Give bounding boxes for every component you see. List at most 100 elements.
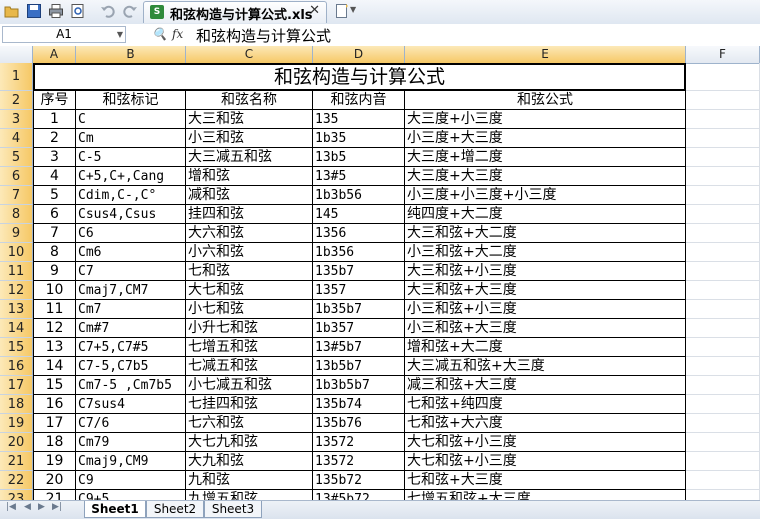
- table-cell[interactable]: C7-5,C7b5: [76, 357, 186, 376]
- row-header[interactable]: 20: [0, 433, 33, 452]
- table-cell[interactable]: [686, 262, 760, 281]
- cell-f1[interactable]: [686, 63, 760, 91]
- table-cell[interactable]: [686, 338, 760, 357]
- table-cell[interactable]: Cmaj9,CM9: [76, 452, 186, 471]
- row-header[interactable]: 16: [0, 357, 33, 376]
- table-cell[interactable]: 大七和弦+小三度: [405, 433, 686, 452]
- table-cell[interactable]: [686, 357, 760, 376]
- table-cell[interactable]: 135b76: [313, 414, 405, 433]
- table-cell[interactable]: C9: [76, 471, 186, 490]
- table-cell[interactable]: 小三和弦+小三度: [405, 300, 686, 319]
- table-cell[interactable]: Cm79: [76, 433, 186, 452]
- table-cell[interactable]: 七增五和弦+大三度: [405, 490, 686, 500]
- table-cell[interactable]: 增和弦+大二度: [405, 338, 686, 357]
- column-header-f[interactable]: F: [686, 46, 760, 63]
- table-cell[interactable]: 七和弦+大六度: [405, 414, 686, 433]
- table-cell[interactable]: 大三度+小三度: [405, 110, 686, 129]
- table-cell[interactable]: 135b7: [313, 262, 405, 281]
- column-header-c[interactable]: C: [186, 46, 313, 63]
- last-sheet-icon[interactable]: ▶|: [52, 502, 62, 512]
- table-cell[interactable]: 大三和弦+大二度: [405, 224, 686, 243]
- document-tab[interactable]: S 和弦构造与计算公式.xls ✕: [143, 1, 327, 23]
- row-header[interactable]: 14: [0, 319, 33, 338]
- chevron-down-icon[interactable]: ▼: [350, 5, 356, 14]
- prev-sheet-icon[interactable]: ◀: [24, 502, 31, 512]
- table-cell[interactable]: 145: [313, 205, 405, 224]
- table-cell[interactable]: 1b3b5b7: [313, 376, 405, 395]
- table-cell[interactable]: 大三度+大三度: [405, 167, 686, 186]
- table-cell[interactable]: [686, 91, 760, 110]
- row-header[interactable]: 18: [0, 395, 33, 414]
- table-cell[interactable]: 13b5: [313, 148, 405, 167]
- row-header[interactable]: 4: [0, 129, 33, 148]
- table-cell[interactable]: C7+5,C7#5: [76, 338, 186, 357]
- select-all-corner[interactable]: [0, 46, 33, 63]
- table-cell[interactable]: [686, 129, 760, 148]
- table-cell[interactable]: [686, 414, 760, 433]
- row-header[interactable]: 21: [0, 452, 33, 471]
- row-header[interactable]: 8: [0, 205, 33, 224]
- table-cell[interactable]: 小三度+小三度+小三度: [405, 186, 686, 205]
- table-cell[interactable]: [686, 433, 760, 452]
- table-cell[interactable]: 小三和弦+大二度: [405, 243, 686, 262]
- sheet-tab-sheet1[interactable]: Sheet1: [84, 501, 146, 518]
- next-sheet-icon[interactable]: ▶: [38, 502, 45, 512]
- table-cell[interactable]: 13b5b7: [313, 357, 405, 376]
- title-merged-cell[interactable]: 和弦构造与计算公式: [33, 63, 686, 91]
- table-cell[interactable]: 九增五和弦: [186, 490, 313, 500]
- table-cell[interactable]: 15: [33, 376, 76, 395]
- table-cell[interactable]: 七和弦: [186, 262, 313, 281]
- row-header[interactable]: 13: [0, 300, 33, 319]
- new-tab-icon[interactable]: [334, 3, 350, 19]
- table-cell[interactable]: 135b74: [313, 395, 405, 414]
- table-cell[interactable]: Cdim,C-,C°: [76, 186, 186, 205]
- table-cell[interactable]: 1b357: [313, 319, 405, 338]
- table-cell[interactable]: Cmaj7,CM7: [76, 281, 186, 300]
- table-cell[interactable]: [686, 186, 760, 205]
- table-cell[interactable]: C9+5: [76, 490, 186, 500]
- table-cell[interactable]: 大三度+增二度: [405, 148, 686, 167]
- table-cell[interactable]: 18: [33, 433, 76, 452]
- table-cell[interactable]: [686, 224, 760, 243]
- table-cell[interactable]: 5: [33, 186, 76, 205]
- table-cell[interactable]: [686, 395, 760, 414]
- row-header[interactable]: 11: [0, 262, 33, 281]
- table-cell[interactable]: [686, 243, 760, 262]
- table-cell[interactable]: 14: [33, 357, 76, 376]
- table-cell[interactable]: 1b35b7: [313, 300, 405, 319]
- column-header-d[interactable]: D: [313, 46, 405, 63]
- table-cell[interactable]: 17: [33, 414, 76, 433]
- table-cell[interactable]: 小升七和弦: [186, 319, 313, 338]
- table-cell[interactable]: 21: [33, 490, 76, 500]
- formula-input[interactable]: 和弦构造与计算公式: [196, 25, 331, 46]
- table-cell[interactable]: 小六和弦: [186, 243, 313, 262]
- table-cell[interactable]: 大三和弦: [186, 110, 313, 129]
- table-cell[interactable]: C: [76, 110, 186, 129]
- table-cell[interactable]: C7: [76, 262, 186, 281]
- table-cell[interactable]: 7: [33, 224, 76, 243]
- table-cell[interactable]: C7sus4: [76, 395, 186, 414]
- table-cell[interactable]: [686, 110, 760, 129]
- table-cell[interactable]: 11: [33, 300, 76, 319]
- table-cell[interactable]: 13572: [313, 452, 405, 471]
- table-cell[interactable]: Cm6: [76, 243, 186, 262]
- chevron-down-icon[interactable]: ▼: [117, 27, 123, 42]
- table-cell[interactable]: 1b356: [313, 243, 405, 262]
- row-header[interactable]: 23: [0, 490, 33, 500]
- table-cell[interactable]: 13: [33, 338, 76, 357]
- table-cell[interactable]: Csus4,Csus: [76, 205, 186, 224]
- table-cell[interactable]: 减和弦: [186, 186, 313, 205]
- row-header[interactable]: 17: [0, 376, 33, 395]
- table-cell[interactable]: C7/6: [76, 414, 186, 433]
- table-cell[interactable]: [686, 471, 760, 490]
- table-cell[interactable]: 大三减五和弦: [186, 148, 313, 167]
- table-cell[interactable]: [686, 452, 760, 471]
- table-cell[interactable]: 16: [33, 395, 76, 414]
- table-cell[interactable]: 12: [33, 319, 76, 338]
- table-cell[interactable]: [686, 281, 760, 300]
- table-cell[interactable]: 1: [33, 110, 76, 129]
- name-box[interactable]: A1 ▼: [2, 26, 126, 43]
- table-cell[interactable]: C-5: [76, 148, 186, 167]
- table-cell[interactable]: 七和弦+大三度: [405, 471, 686, 490]
- table-cell[interactable]: 20: [33, 471, 76, 490]
